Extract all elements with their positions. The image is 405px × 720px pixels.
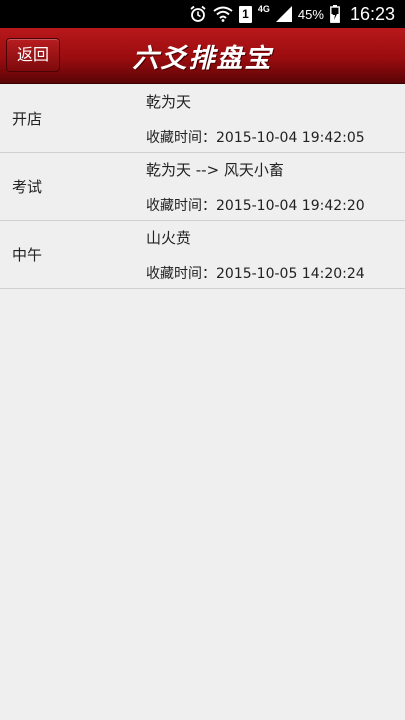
item-saved-time: 收藏时间：2015-10-04 19:42:20 [146,198,365,214]
item-saved-time: 收藏时间：2015-10-05 14:20:24 [146,266,365,282]
sim-badge: 1 [238,5,252,23]
item-saved-time: 收藏时间：2015-10-04 19:42:05 [146,130,365,146]
item-gua: 乾为天 --> 风天小畜 [146,161,284,179]
network-type: 4G [257,4,270,14]
item-gua: 乾为天 [146,93,192,111]
list-item[interactable]: 开店 乾为天 收藏时间：2015-10-04 19:42:05 [0,85,405,153]
item-name: 开店 [12,110,43,128]
signal-icon [275,6,292,22]
battery-charging-icon [330,5,340,23]
battery-percent: 45% [297,6,324,22]
item-name: 考试 [12,178,43,196]
favorites-list: 开店 乾为天 收藏时间：2015-10-04 19:42:05 考试 乾为天 -… [0,85,405,289]
list-item[interactable]: 考试 乾为天 --> 风天小畜 收藏时间：2015-10-04 19:42:20 [0,153,405,221]
clock: 16:23 [349,3,395,24]
title-bar: 返回 六爻排盘宝 [0,28,405,84]
item-gua: 山火贲 [146,229,192,247]
alarm-icon [189,5,207,23]
list-item[interactable]: 中午 山火贲 收藏时间：2015-10-05 14:20:24 [0,221,405,289]
item-name: 中午 [12,246,43,264]
wifi-icon [213,6,233,22]
app-title: 六爻排盘宝 [132,44,273,74]
status-bar: 1 4G 45% 16:23 [0,0,405,28]
